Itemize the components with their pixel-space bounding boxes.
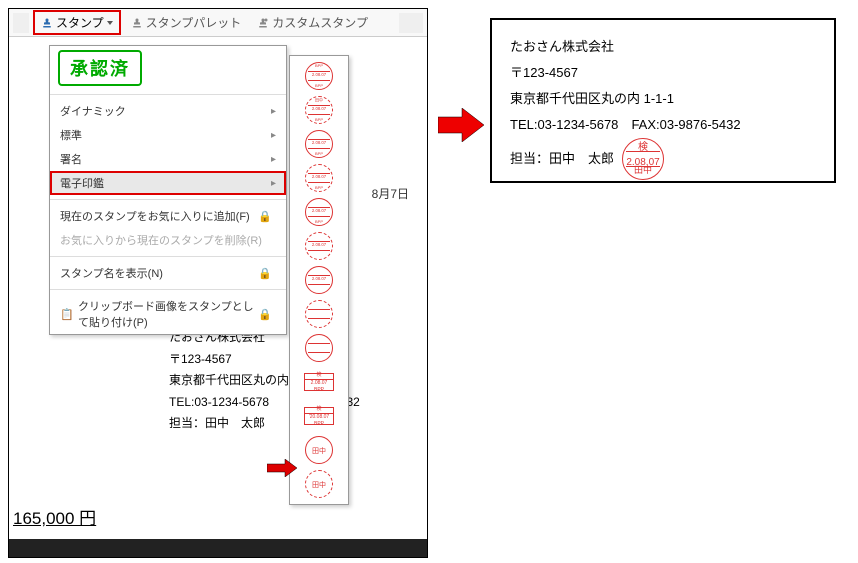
result-telfax: TEL:03-1234-5678 FAX:03-9876-5432 — [510, 112, 816, 138]
stamp-option-10[interactable]: 検2.08.07BPP — [303, 366, 335, 398]
submenu-arrow-icon: ▸ — [271, 106, 276, 117]
stamp-option-5[interactable]: 2.08.07BPP — [303, 196, 335, 228]
caret-down-icon — [107, 21, 113, 25]
menu-label: 標準 — [60, 127, 82, 143]
clipboard-icon: 📋 — [60, 308, 72, 320]
applied-stamp-icon: 検 2.08.07 田中 — [622, 138, 664, 180]
lock-icon: 🔒 — [258, 308, 270, 320]
stamp-button[interactable]: スタンプ — [33, 10, 121, 35]
result-person-line: 担当：田中 太郎 検 2.08.07 田中 — [510, 138, 816, 180]
submenu-arrow-icon: ▸ — [271, 178, 276, 189]
menu-separator — [50, 256, 286, 257]
menu-electronic-seal[interactable]: 電子印鑑 ▸ — [50, 171, 286, 195]
toolbar: スタンプ スタンプパレット カスタムスタンプ — [9, 9, 427, 37]
stamp-option-9[interactable] — [303, 332, 335, 364]
menu-label: お気に入りから現在のスタンプを削除(R) — [60, 232, 262, 248]
menu-separator — [50, 199, 286, 200]
menu-label: ダイナミック — [60, 103, 126, 119]
menu-dynamic[interactable]: ダイナミック ▸ — [50, 99, 286, 123]
stamp-option-1[interactable]: BPP2.08.07BPP — [303, 60, 335, 92]
toolbar-blur — [399, 13, 423, 33]
stamp-palette-button[interactable]: スタンプパレット — [125, 12, 248, 33]
heart-lock-icon: 🔒 — [258, 210, 270, 222]
stamp-dropdown-menu: 承認済 ダイナミック ▸ 標準 ▸ 署名 ▸ 電子印鑑 ▸ 現在のスタンプをお気に入りに… — [49, 45, 287, 335]
menu-show-names[interactable]: スタンプ名を表示(N) 🔒 — [50, 261, 286, 285]
palette-label: スタンプパレット — [146, 14, 242, 31]
menu-fav-add[interactable]: 現在のスタンプをお気に入りに追加(F) 🔒 — [50, 204, 286, 228]
menu-label: クリップボード画像をスタンプとして貼り付け(P) — [78, 298, 258, 330]
stamp-option-8[interactable] — [303, 298, 335, 330]
result-block: たおさん株式会社 〒123-4567 東京都千代田区丸の内 1-1-1 TEL:… — [510, 34, 816, 180]
doc-date: 8月7日 — [372, 185, 409, 202]
result-address: 東京都千代田区丸の内 1-1-1 — [510, 86, 816, 112]
stamp-submenu: BPP2.08.07BPP 田中2.08.07BPP 2.08.07BPP 2.… — [289, 55, 349, 505]
menu-fav-remove: お気に入りから現在のスタンプを削除(R) — [50, 228, 286, 252]
stamp-button-label: スタンプ — [56, 14, 104, 31]
stamp-option-4[interactable]: 2.08.07BPP — [303, 162, 335, 194]
menu-signature[interactable]: 署名 ▸ — [50, 147, 286, 171]
stamp-option-7[interactable]: 2.08.07 — [303, 264, 335, 296]
stamp-option-13[interactable]: 田中 — [303, 468, 335, 500]
result-company: たおさん株式会社 — [510, 34, 816, 60]
custom-label: カスタムスタンプ — [272, 14, 368, 31]
menu-label: 電子印鑑 — [60, 175, 104, 191]
stamp-option-2[interactable]: 田中2.08.07BPP — [303, 94, 335, 126]
menu-label: 署名 — [60, 151, 82, 167]
submenu-arrow-icon: ▸ — [271, 154, 276, 165]
menu-label: 現在のスタンプをお気に入りに追加(F) — [60, 208, 250, 224]
doc-total: 165,000 円 — [13, 504, 96, 529]
stamp-option-3[interactable]: 2.08.07BPP — [303, 128, 335, 160]
callout-arrow-big-icon — [438, 108, 484, 142]
doc-tel: TEL:03-1234-5678 — [169, 395, 269, 409]
stamp-option-11[interactable]: 検'20.08.07BPP — [303, 400, 335, 432]
menu-standard[interactable]: 標準 ▸ — [50, 123, 286, 147]
doc-footer-bar — [9, 539, 427, 557]
callout-arrow-small-icon — [267, 459, 297, 477]
menu-label: スタンプ名を表示(N) — [60, 265, 163, 281]
toolbar-blur — [13, 13, 29, 33]
app-window: スタンプ スタンプパレット カスタムスタンプ 8月7日 たおさん株式会社 〒12… — [8, 8, 428, 558]
stamp-option-6[interactable]: 2.08.07 — [303, 230, 335, 262]
menu-separator — [50, 94, 286, 95]
stamp-icon — [41, 17, 53, 29]
approved-stamp-preview: 承認済 — [58, 50, 142, 86]
result-postal: 〒123-4567 — [510, 60, 816, 86]
lock-icon: 🔒 — [258, 267, 270, 279]
result-document: たおさん株式会社 〒123-4567 東京都千代田区丸の内 1-1-1 TEL:… — [490, 18, 836, 183]
menu-separator — [50, 289, 286, 290]
stamp-option-12[interactable]: 田中 — [303, 434, 335, 466]
custom-stamp-icon — [257, 17, 269, 29]
result-person: 担当：田中 太郎 — [510, 146, 614, 172]
stamp-palette-icon — [131, 17, 143, 29]
menu-clipboard[interactable]: 📋 クリップボード画像をスタンプとして貼り付け(P)🔒 — [50, 294, 286, 334]
submenu-arrow-icon: ▸ — [271, 130, 276, 141]
custom-stamp-button[interactable]: カスタムスタンプ — [251, 12, 374, 33]
